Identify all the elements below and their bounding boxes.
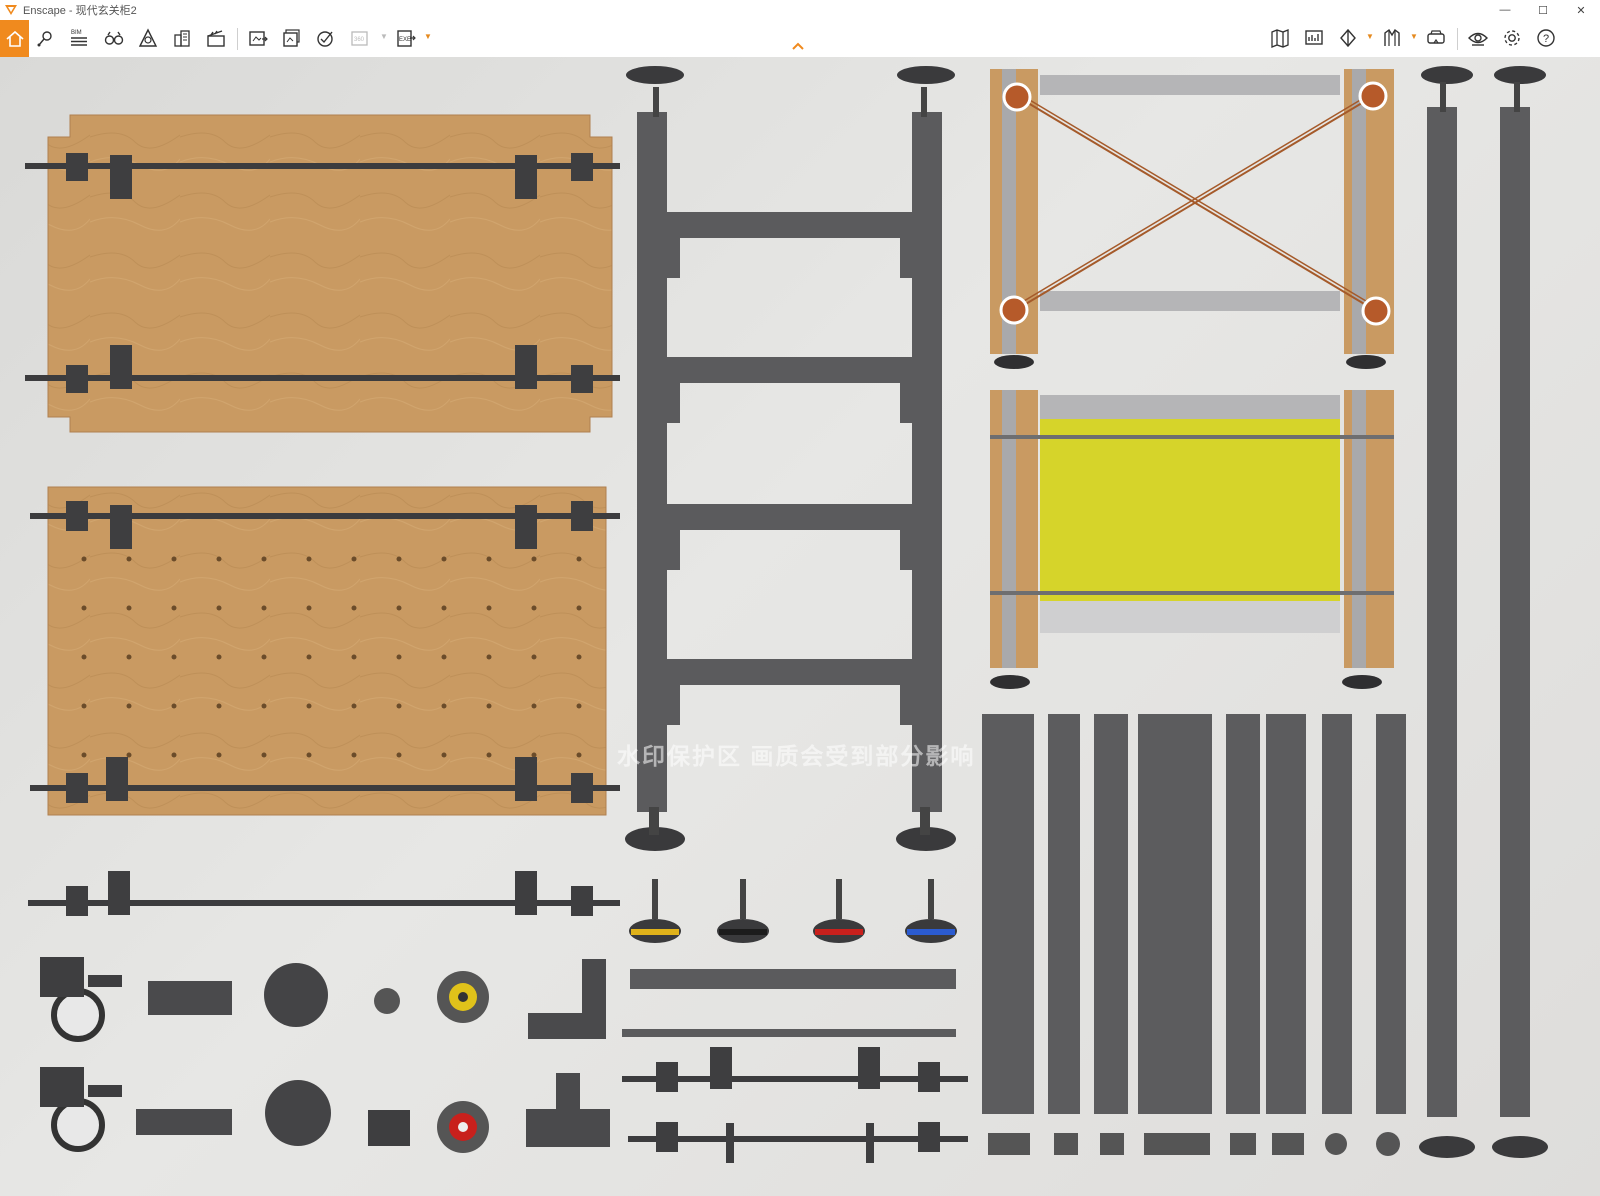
enscape-logo-icon [5, 5, 17, 15]
horizontal-rails [622, 969, 968, 1163]
aluminum-profiles [982, 714, 1406, 1156]
buildings-icon [174, 30, 190, 47]
screenshot-button[interactable] [243, 23, 273, 53]
gear-icon [1504, 30, 1520, 46]
material-editor-button[interactable] [1333, 23, 1363, 53]
main-toolbar: BIM 360 ▼ EXE ▼ ▼ ▼ ? [0, 20, 1600, 58]
title-bar: Enscape - 现代玄关柜2 — ☐ ✕ [0, 0, 1600, 20]
asset-library-button[interactable] [167, 23, 197, 53]
views-button[interactable] [31, 23, 61, 53]
sketch-icon [1384, 28, 1400, 46]
vr-headset-icon [1427, 30, 1445, 44]
sketch-mode-button[interactable] [1377, 23, 1407, 53]
window-title: Enscape - 现代玄关柜2 [23, 5, 137, 17]
exe-label: EXE [399, 37, 411, 43]
export-exe-button[interactable]: EXE [391, 23, 421, 53]
watermark-text: 水印保护区 画质会受到部分影响 [617, 743, 976, 769]
collapse-toolbar-chevron-icon[interactable] [791, 41, 805, 51]
leveling-feet [629, 879, 957, 943]
render-viewport[interactable]: 水印保护区 画质会受到部分影响 [0, 57, 1600, 1196]
help-button[interactable]: ? [1531, 23, 1561, 53]
location-pin-icon [37, 31, 52, 47]
home-icon [5, 30, 24, 47]
minimize-button[interactable]: — [1486, 0, 1524, 20]
tall-posts [1419, 66, 1548, 1158]
atmosphere-icon [138, 28, 158, 47]
map-button[interactable] [1265, 23, 1295, 53]
chevron-down-icon[interactable]: ▼ [380, 32, 388, 41]
settings-button[interactable] [1497, 23, 1527, 53]
bim-button[interactable]: BIM [64, 23, 94, 53]
bim-icon: BIM [71, 30, 87, 46]
metal-ladder-frame [625, 66, 956, 851]
maximize-button[interactable]: ☐ [1524, 0, 1562, 20]
360-label: 360 [354, 37, 365, 43]
pegboard-panel [30, 486, 620, 816]
binoculars-icon [104, 31, 124, 45]
cabinet-frame-cables [990, 69, 1394, 369]
close-button[interactable]: ✕ [1562, 0, 1600, 20]
svg-text:?: ? [1543, 33, 1549, 45]
scene-render [25, 66, 1548, 1163]
atmosphere-button[interactable] [133, 23, 163, 53]
video-editor-button[interactable] [201, 23, 231, 53]
toolbar-separator [237, 28, 238, 50]
exe-icon: EXE [397, 30, 416, 47]
clapperboard-icon [207, 30, 225, 47]
binoculars-button[interactable] [99, 23, 129, 53]
hardware-parts [40, 957, 610, 1153]
home-button[interactable] [0, 20, 29, 57]
presentation-button[interactable] [1299, 23, 1329, 53]
rod-assembly [28, 871, 620, 916]
help-icon: ? [1537, 29, 1555, 47]
360-icon: 360 [351, 31, 368, 46]
panorama-icon [317, 31, 333, 47]
screenshot-icon [249, 31, 268, 46]
bim-label: BIM [71, 30, 82, 36]
plywood-panel [25, 114, 620, 433]
visual-settings-button[interactable] [1463, 23, 1493, 53]
panorama-button[interactable] [311, 23, 341, 53]
presentation-icon [1305, 30, 1323, 45]
map-icon [1271, 29, 1289, 48]
batch-render-icon [283, 29, 300, 47]
eye-icon [1468, 32, 1488, 46]
chevron-down-icon[interactable]: ▼ [1366, 32, 1374, 41]
toolbar-separator [1457, 28, 1458, 50]
cabinet-frame-yellow-panel [990, 390, 1394, 689]
chevron-down-icon[interactable]: ▼ [424, 32, 432, 41]
material-icon [1340, 28, 1356, 48]
web-standalone-button[interactable]: 360 [345, 23, 375, 53]
batch-render-button[interactable] [277, 23, 307, 53]
vr-headset-button[interactable] [1421, 23, 1451, 53]
chevron-down-icon[interactable]: ▼ [1410, 32, 1418, 41]
